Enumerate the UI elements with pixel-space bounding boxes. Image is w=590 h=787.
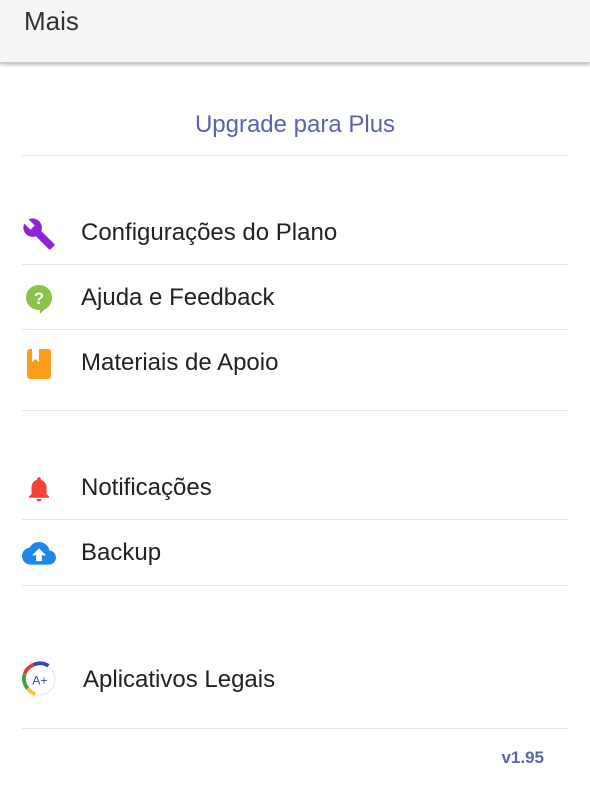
divider [22,155,568,156]
bell-icon [22,472,56,506]
divider [22,585,568,586]
menu-item-cool-apps[interactable]: A+ Aplicativos Legais [0,648,590,712]
cloud-upload-icon [22,537,56,571]
menu-item-backup[interactable]: Backup [0,521,590,585]
wrench-icon [22,217,56,251]
upgrade-plus-button[interactable]: Upgrade para Plus [0,98,590,154]
app-logo-icon: A+ [22,661,56,696]
app-bar: Mais [0,0,590,63]
menu-item-help-feedback[interactable]: ? Ajuda e Feedback [0,266,590,330]
divider [22,329,568,330]
menu-label: Aplicativos Legais [83,666,276,693]
menu-label: Notificações [81,474,212,501]
svg-text:?: ? [34,289,44,308]
svg-text:A+: A+ [32,674,47,688]
divider [22,264,568,265]
page-title: Mais [24,6,79,36]
help-chat-icon: ? [22,282,56,316]
menu-item-support-materials[interactable]: Materiais de Apoio [0,331,590,395]
divider [22,728,568,729]
menu-label: Configurações do Plano [81,219,338,246]
divider [22,519,568,520]
menu-item-notifications[interactable]: Notificações [0,456,590,520]
version-label: v1.95 [501,748,544,767]
menu-item-plan-settings[interactable]: Configurações do Plano [0,201,590,265]
menu-label: Backup [81,539,162,566]
book-icon [22,347,56,381]
menu-label: Ajuda e Feedback [81,284,275,311]
menu-label: Materiais de Apoio [81,349,279,376]
divider [22,410,568,411]
